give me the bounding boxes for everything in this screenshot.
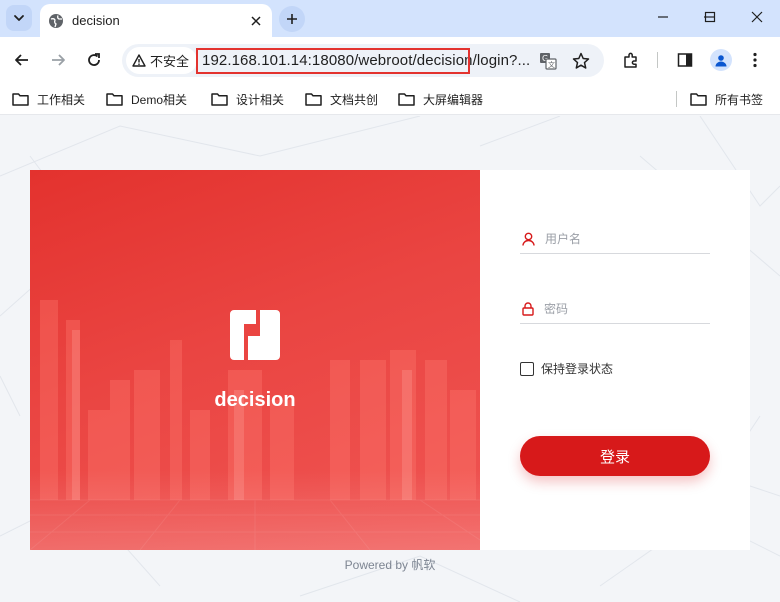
reload-button[interactable] <box>80 46 108 74</box>
remember-me[interactable]: 保持登录状态 <box>520 360 613 377</box>
login-page: decision 保持登录状态 登录 Powered by 帆软 <box>0 116 780 602</box>
tab-strip: decision <box>0 0 780 37</box>
toolbar-separator <box>657 52 658 68</box>
close-window-button[interactable] <box>734 0 780 34</box>
reload-icon <box>88 53 100 66</box>
tab-search-button[interactable] <box>6 5 32 31</box>
browser-toolbar: 不安全 192.168.101.14:18080/webroot/decisio… <box>0 37 780 83</box>
close-icon <box>751 11 763 23</box>
folder-icon <box>106 93 123 106</box>
address-bar[interactable]: 不安全 192.168.101.14:18080/webroot/decisio… <box>122 44 604 77</box>
bookmark-folder[interactable]: 文档共创 <box>305 90 378 108</box>
profile-icon[interactable] <box>710 49 732 71</box>
star-icon[interactable] <box>570 50 592 72</box>
bookmark-folder[interactable]: Demo相关 <box>106 90 187 108</box>
username-input[interactable] <box>545 231 695 246</box>
forward-arrow-icon <box>52 54 65 66</box>
security-chip[interactable]: 不安全 <box>126 47 198 74</box>
city-skyline-illustration <box>30 300 480 550</box>
hero-banner: decision <box>30 170 480 550</box>
folder-icon <box>211 93 228 106</box>
url-highlight-box <box>196 48 470 74</box>
svg-text:文: 文 <box>548 60 555 69</box>
all-bookmarks-button[interactable]: 所有书签 <box>690 90 763 108</box>
folder-icon <box>12 93 29 106</box>
brand-logo-icon <box>230 310 280 360</box>
side-panel-icon[interactable] <box>671 46 699 74</box>
back-arrow-icon <box>15 54 28 66</box>
bookmarks-separator <box>676 91 677 107</box>
folder-icon <box>398 93 415 106</box>
remember-checkbox[interactable] <box>520 361 534 376</box>
bookmark-label: 大屏编辑器 <box>423 92 484 107</box>
remember-label: 保持登录状态 <box>541 362 614 376</box>
password-field[interactable] <box>520 294 710 324</box>
bookmark-label: 工作相关 <box>37 92 86 107</box>
globe-icon <box>48 13 64 29</box>
minimize-icon <box>658 16 668 18</box>
plus-icon <box>287 14 297 24</box>
tab-title: decision <box>72 13 120 28</box>
login-button[interactable]: 登录 <box>520 436 710 476</box>
bookmark-folder[interactable]: 设计相关 <box>211 90 284 108</box>
brand-name: decision <box>214 389 296 411</box>
user-icon <box>522 232 535 246</box>
folder-icon <box>690 93 707 106</box>
minimize-button-slot[interactable] <box>640 0 686 34</box>
forward-button[interactable] <box>44 46 72 74</box>
password-input[interactable] <box>544 301 694 316</box>
username-field[interactable] <box>520 224 710 254</box>
powered-by-footer: Powered by 帆软 <box>344 558 436 572</box>
back-button[interactable] <box>8 46 36 74</box>
folder-icon <box>305 93 322 106</box>
bookmark-label: 文档共创 <box>330 92 379 107</box>
chevron-down-icon <box>14 15 24 21</box>
new-tab-button[interactable] <box>279 6 305 32</box>
close-icon[interactable] <box>246 11 266 31</box>
menu-icon[interactable] <box>741 46 769 74</box>
warning-icon <box>132 54 146 67</box>
maximize-icon <box>704 11 716 23</box>
browser-tab[interactable]: decision <box>40 4 272 37</box>
all-bookmarks-label: 所有书签 <box>715 92 764 107</box>
login-form: 保持登录状态 登录 <box>480 170 750 550</box>
maximize-button[interactable] <box>687 0 733 34</box>
bookmark-label: Demo相关 <box>131 92 188 107</box>
bookmark-folder[interactable]: 工作相关 <box>12 90 85 108</box>
lock-icon <box>522 301 534 316</box>
translate-icon[interactable]: G文 <box>537 50 559 72</box>
bookmark-label: 设计相关 <box>236 92 285 107</box>
extensions-icon[interactable] <box>617 46 645 74</box>
bookmarks-bar: 工作相关 Demo相关 设计相关 文档共创 大屏编辑器 所有书签 <box>0 83 780 115</box>
security-label: 不安全 <box>150 54 190 69</box>
bookmark-folder[interactable]: 大屏编辑器 <box>398 90 483 108</box>
